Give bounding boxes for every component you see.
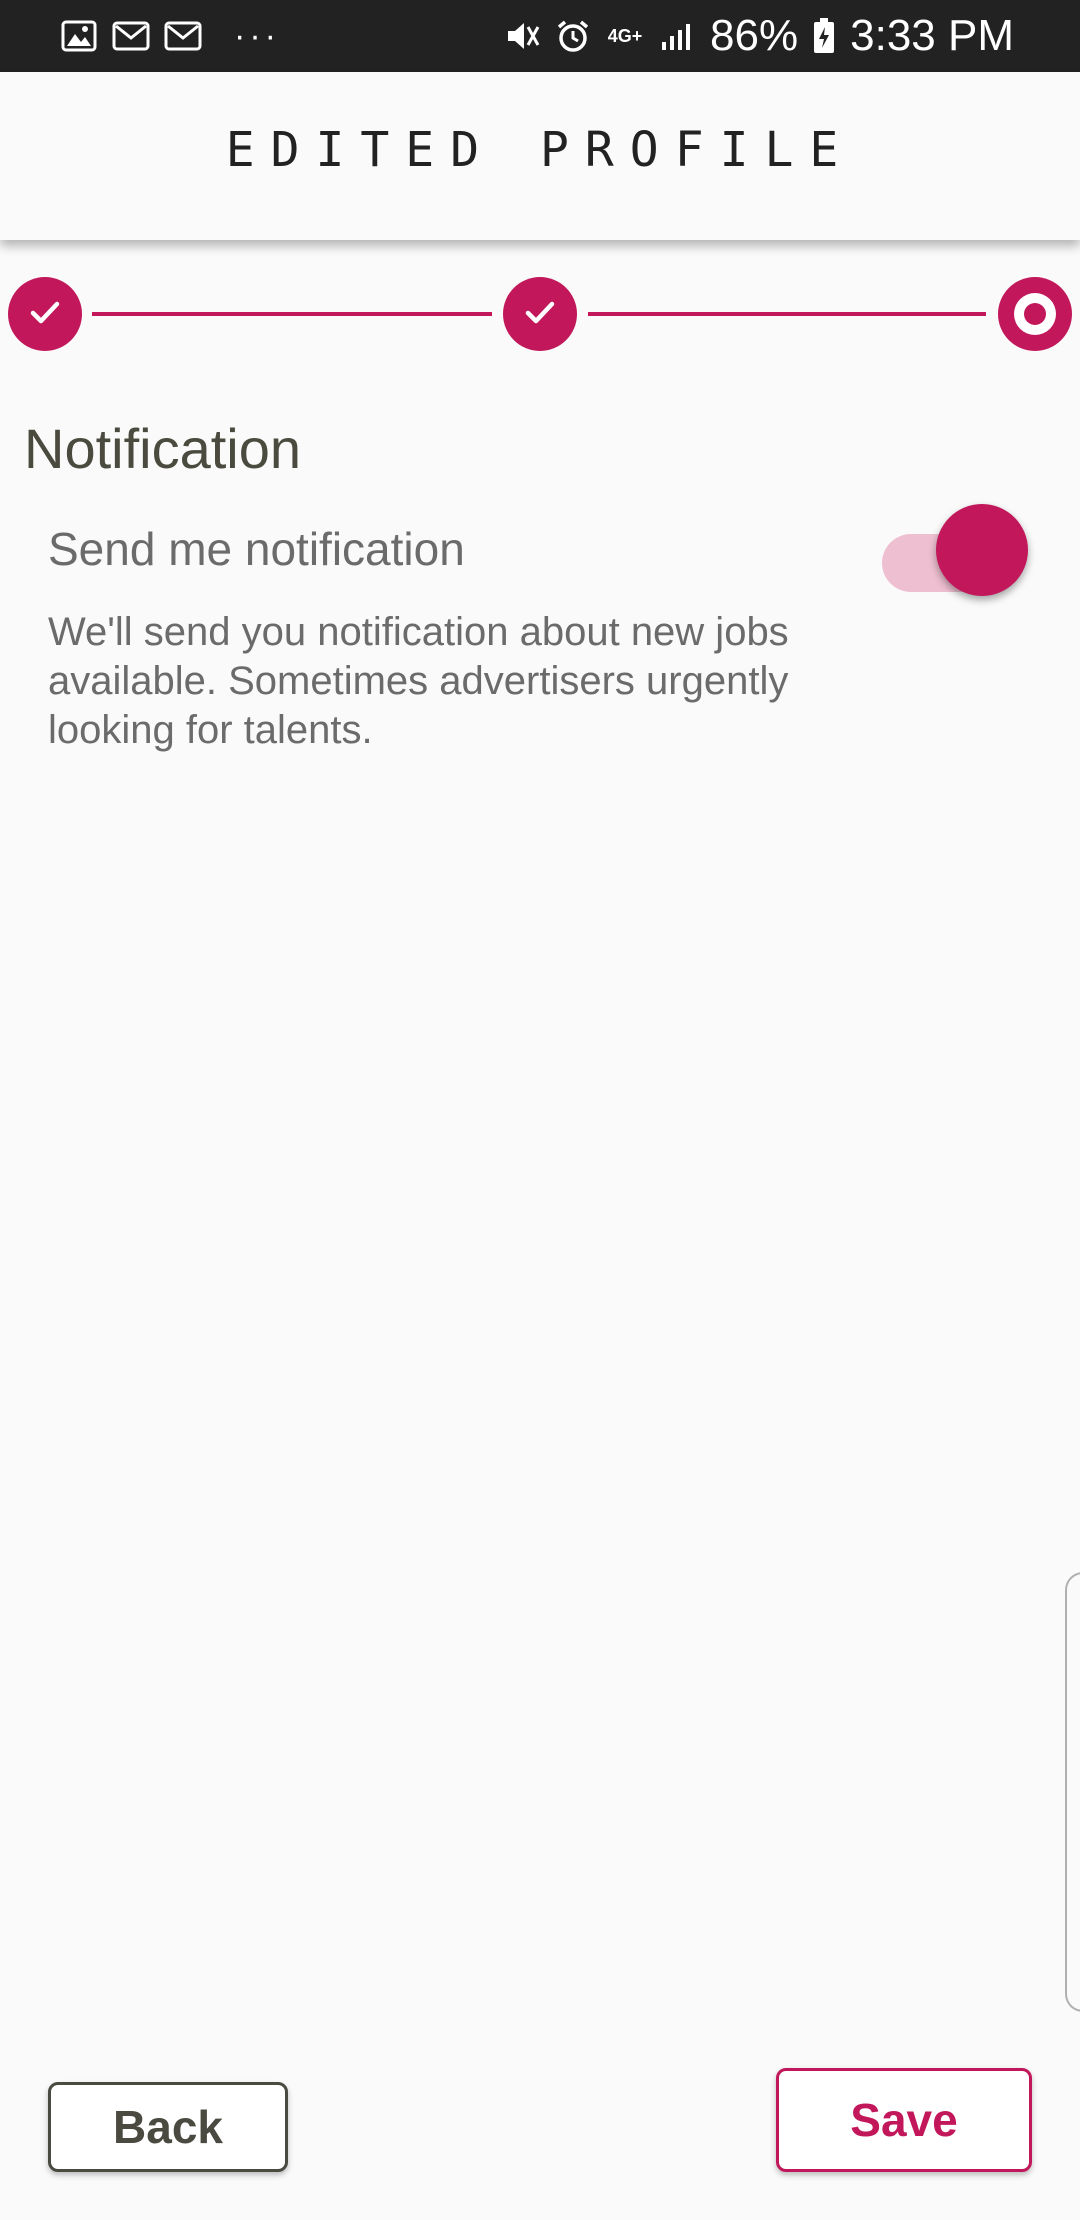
check-icon <box>25 292 65 337</box>
alarm-icon <box>554 19 592 53</box>
step-3-current[interactable] <box>998 277 1072 351</box>
gmail-icon <box>112 19 150 53</box>
notification-description: We'll send you notification about new jo… <box>48 610 789 752</box>
radio-dot-icon <box>1014 293 1056 335</box>
app-header: EDITED PROFILE <box>0 72 1080 240</box>
clock: 3:33 PM <box>850 11 1014 60</box>
save-button[interactable]: Save <box>776 2068 1032 2172</box>
network-4g-icon: 4G+ <box>607 26 643 46</box>
more-notifications-icon: ··· <box>234 17 280 55</box>
status-bar-left: ··· <box>60 0 280 72</box>
notification-toggle-label: Send me notification <box>48 523 465 575</box>
vibrate-mute-icon <box>502 19 540 53</box>
page-title: EDITED PROFILE <box>225 122 855 178</box>
gmail-icon <box>164 19 202 53</box>
back-button[interactable]: Back <box>48 2082 288 2172</box>
signal-icon <box>658 19 696 53</box>
step-1-completed[interactable] <box>8 277 82 351</box>
progress-stepper <box>0 270 1080 360</box>
step-connector <box>588 312 986 316</box>
battery-charging-icon <box>812 18 836 53</box>
battery-level: 86% <box>710 11 799 60</box>
step-connector <box>92 312 492 316</box>
image-icon <box>60 19 98 53</box>
check-icon <box>520 292 560 337</box>
edge-panel-handle[interactable] <box>1065 1572 1080 2012</box>
status-bar-right: 4G+ 86% 3:33 PM <box>502 0 1014 72</box>
notification-toggle[interactable] <box>882 504 1030 598</box>
step-2-completed[interactable] <box>503 277 577 351</box>
toggle-thumb <box>936 504 1028 596</box>
status-bar: ··· 4G+ 86% 3:33 PM <box>0 0 1080 72</box>
section-title: Notification <box>24 417 302 480</box>
